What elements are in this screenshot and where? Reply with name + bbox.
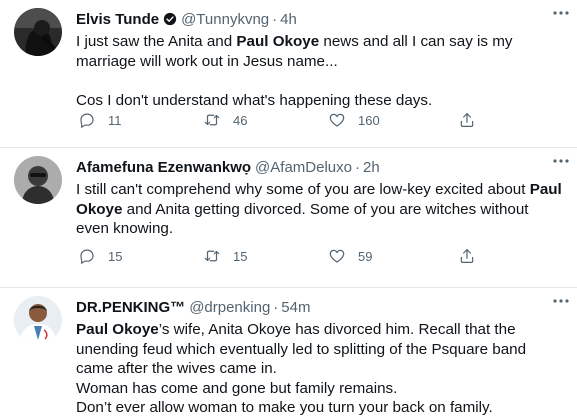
- retweet-button[interactable]: 15: [203, 246, 247, 266]
- like-count: 160: [358, 112, 380, 128]
- share-icon: [458, 247, 476, 265]
- user-handle[interactable]: @drpenking: [189, 299, 270, 316]
- timestamp[interactable]: 54m: [281, 299, 310, 316]
- verified-badge-icon: [163, 12, 177, 26]
- tweet-header: DR.PENKING™ @drpenking · 54m: [76, 297, 563, 317]
- timestamp[interactable]: 2h: [363, 159, 380, 176]
- tweet[interactable]: Afamefuna Ezenwankwọ @AfamDeluxo · 2h I …: [0, 148, 577, 288]
- heart-icon: [328, 111, 346, 129]
- tweet-header: Afamefuna Ezenwankwọ @AfamDeluxo · 2h: [76, 157, 563, 177]
- like-button[interactable]: 160: [328, 110, 380, 130]
- tweet[interactable]: Elvis Tunde @Tunnykvng · 4h I just saw t…: [0, 0, 577, 148]
- avatar[interactable]: [14, 8, 62, 56]
- retweet-count: 46: [233, 112, 248, 128]
- display-name[interactable]: Afamefuna Ezenwankwọ: [76, 159, 251, 176]
- share-button[interactable]: [458, 246, 476, 266]
- separator-dot: ·: [272, 10, 278, 28]
- retweet-icon: [203, 247, 221, 265]
- reply-count: 11: [108, 112, 122, 128]
- avatar-image: [14, 296, 62, 344]
- like-button[interactable]: 59: [328, 246, 372, 266]
- share-button[interactable]: [458, 110, 476, 130]
- more-options-icon[interactable]: [551, 6, 571, 20]
- reply-count: 15: [108, 248, 123, 264]
- reply-icon: [78, 111, 96, 129]
- highlight-keyword: Paul Okoye: [76, 321, 159, 338]
- retweet-count: 15: [233, 248, 248, 264]
- user-handle[interactable]: @Tunnykvng: [181, 11, 269, 28]
- tweet-feed: Elvis Tunde @Tunnykvng · 4h I just saw t…: [0, 0, 577, 420]
- reply-button[interactable]: 11: [78, 110, 122, 130]
- more-options-icon[interactable]: [551, 154, 571, 168]
- display-name[interactable]: DR.PENKING™: [76, 299, 185, 316]
- share-icon: [458, 111, 476, 129]
- reply-button[interactable]: 15: [78, 246, 122, 266]
- avatar[interactable]: [14, 296, 62, 344]
- tweet-text: Paul Okoye’s wife, Anita Okoye has divor…: [76, 321, 527, 416]
- like-count: 59: [358, 248, 373, 264]
- retweet-icon: [203, 111, 221, 129]
- retweet-button[interactable]: 46: [203, 110, 247, 130]
- reply-icon: [78, 247, 96, 265]
- avatar-image: [14, 8, 62, 56]
- separator-dot: ·: [354, 158, 360, 176]
- avatar[interactable]: [14, 156, 62, 204]
- avatar-image: [14, 156, 62, 204]
- separator-dot: ·: [273, 298, 279, 316]
- user-handle[interactable]: @AfamDeluxo: [255, 159, 352, 176]
- timestamp[interactable]: 4h: [280, 11, 297, 28]
- highlight-keyword: Paul Okoye: [236, 33, 320, 50]
- heart-icon: [328, 247, 346, 265]
- tweet[interactable]: DR.PENKING™ @drpenking · 54m Paul Okoye’…: [0, 288, 577, 420]
- tweet-text: I just saw the Anita and Paul Okoye news…: [76, 33, 513, 109]
- tweet-header: Elvis Tunde @Tunnykvng · 4h: [76, 9, 563, 29]
- more-options-icon[interactable]: [551, 294, 571, 308]
- display-name[interactable]: Elvis Tunde: [76, 11, 159, 28]
- tweet-text: I still can't comprehend why some of you…: [76, 181, 562, 237]
